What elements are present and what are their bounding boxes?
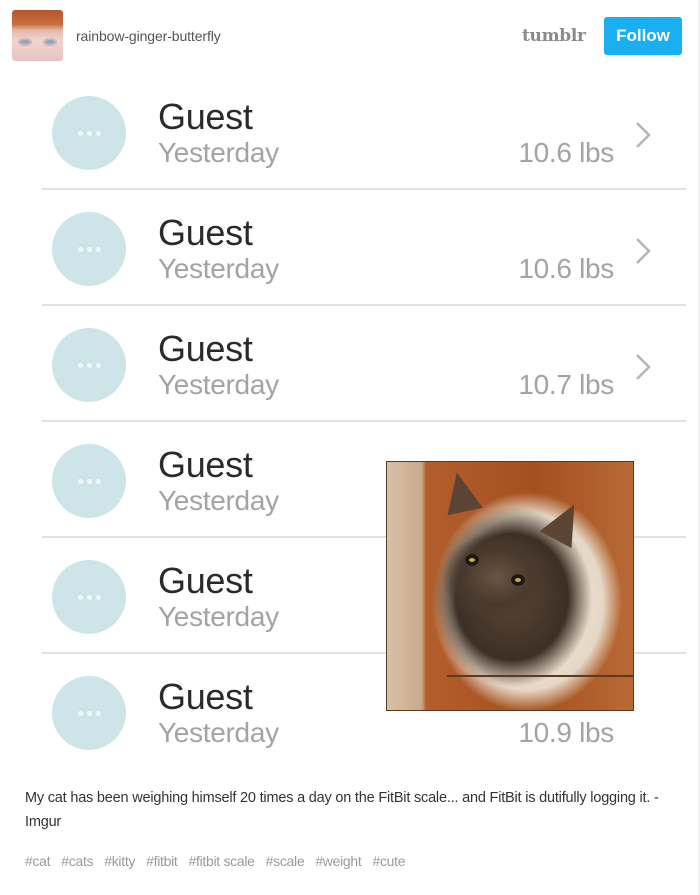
post-header: rainbow-ginger-butterfly tumblr Follow [0, 0, 700, 74]
ellipsis-circle-icon [52, 212, 126, 286]
chevron-right-icon [636, 354, 651, 380]
post-caption: My cat has been weighing himself 20 time… [25, 790, 659, 830]
tag-link[interactable]: #kitty [104, 853, 135, 869]
entry-name: Guest [158, 676, 253, 717]
entry-time: Yesterday [158, 253, 279, 284]
entry-name: Guest [158, 328, 253, 369]
entry-weight: 10.9 lbs [518, 717, 614, 748]
tag-link[interactable]: #fitbit scale [189, 853, 255, 869]
username-link[interactable]: rainbow-ginger-butterfly [76, 28, 221, 44]
user-avatar[interactable] [12, 10, 63, 61]
follow-button[interactable]: Follow [604, 17, 682, 55]
tag-link[interactable]: #fitbit [146, 853, 178, 869]
avatar-eye [18, 38, 32, 46]
chevron-right-icon [636, 122, 651, 148]
log-entry[interactable]: Guest Yesterday 10.6 lbs [0, 74, 700, 190]
avatar-eye [43, 38, 57, 46]
cat-eye [511, 574, 525, 586]
ellipsis-circle-icon [52, 328, 126, 402]
tag-link[interactable]: #cats [61, 853, 93, 869]
cat-eye [465, 554, 479, 566]
entry-weight: 10.6 lbs [518, 137, 614, 168]
log-entry[interactable]: Guest Yesterday 10.7 lbs [0, 306, 700, 422]
post-tags: #cat #cats #kitty #fitbit #fitbit scale … [25, 853, 406, 869]
ellipsis-circle-icon [52, 676, 126, 750]
tag-link[interactable]: #cute [372, 853, 405, 869]
chevron-right-icon [636, 238, 651, 264]
entry-name: Guest [158, 444, 253, 485]
entry-time: Yesterday [158, 369, 279, 400]
tag-link[interactable]: #scale [266, 853, 305, 869]
tag-link[interactable]: #cat [25, 853, 51, 869]
entry-time: Yesterday [158, 485, 279, 516]
entry-time: Yesterday [158, 717, 279, 748]
ellipsis-circle-icon [52, 560, 126, 634]
cat-ear [539, 495, 591, 549]
tag-link[interactable]: #weight [315, 853, 361, 869]
entry-time: Yesterday [158, 601, 279, 632]
scale-edge [447, 675, 633, 677]
tumblr-logo: tumblr [522, 26, 586, 46]
entry-time: Yesterday [158, 137, 279, 168]
entry-weight: 10.6 lbs [518, 253, 614, 284]
post-frame: rainbow-ginger-butterfly tumblr Follow G… [0, 0, 700, 895]
cat-ear [439, 468, 483, 516]
log-entry[interactable]: Guest Yesterday 10.6 lbs [0, 190, 700, 306]
ellipsis-circle-icon [52, 96, 126, 170]
entry-name: Guest [158, 96, 253, 137]
cat-photo[interactable] [386, 461, 634, 711]
entry-name: Guest [158, 560, 253, 601]
ellipsis-circle-icon [52, 444, 126, 518]
entry-weight: 10.7 lbs [518, 369, 614, 400]
entry-name: Guest [158, 212, 253, 253]
